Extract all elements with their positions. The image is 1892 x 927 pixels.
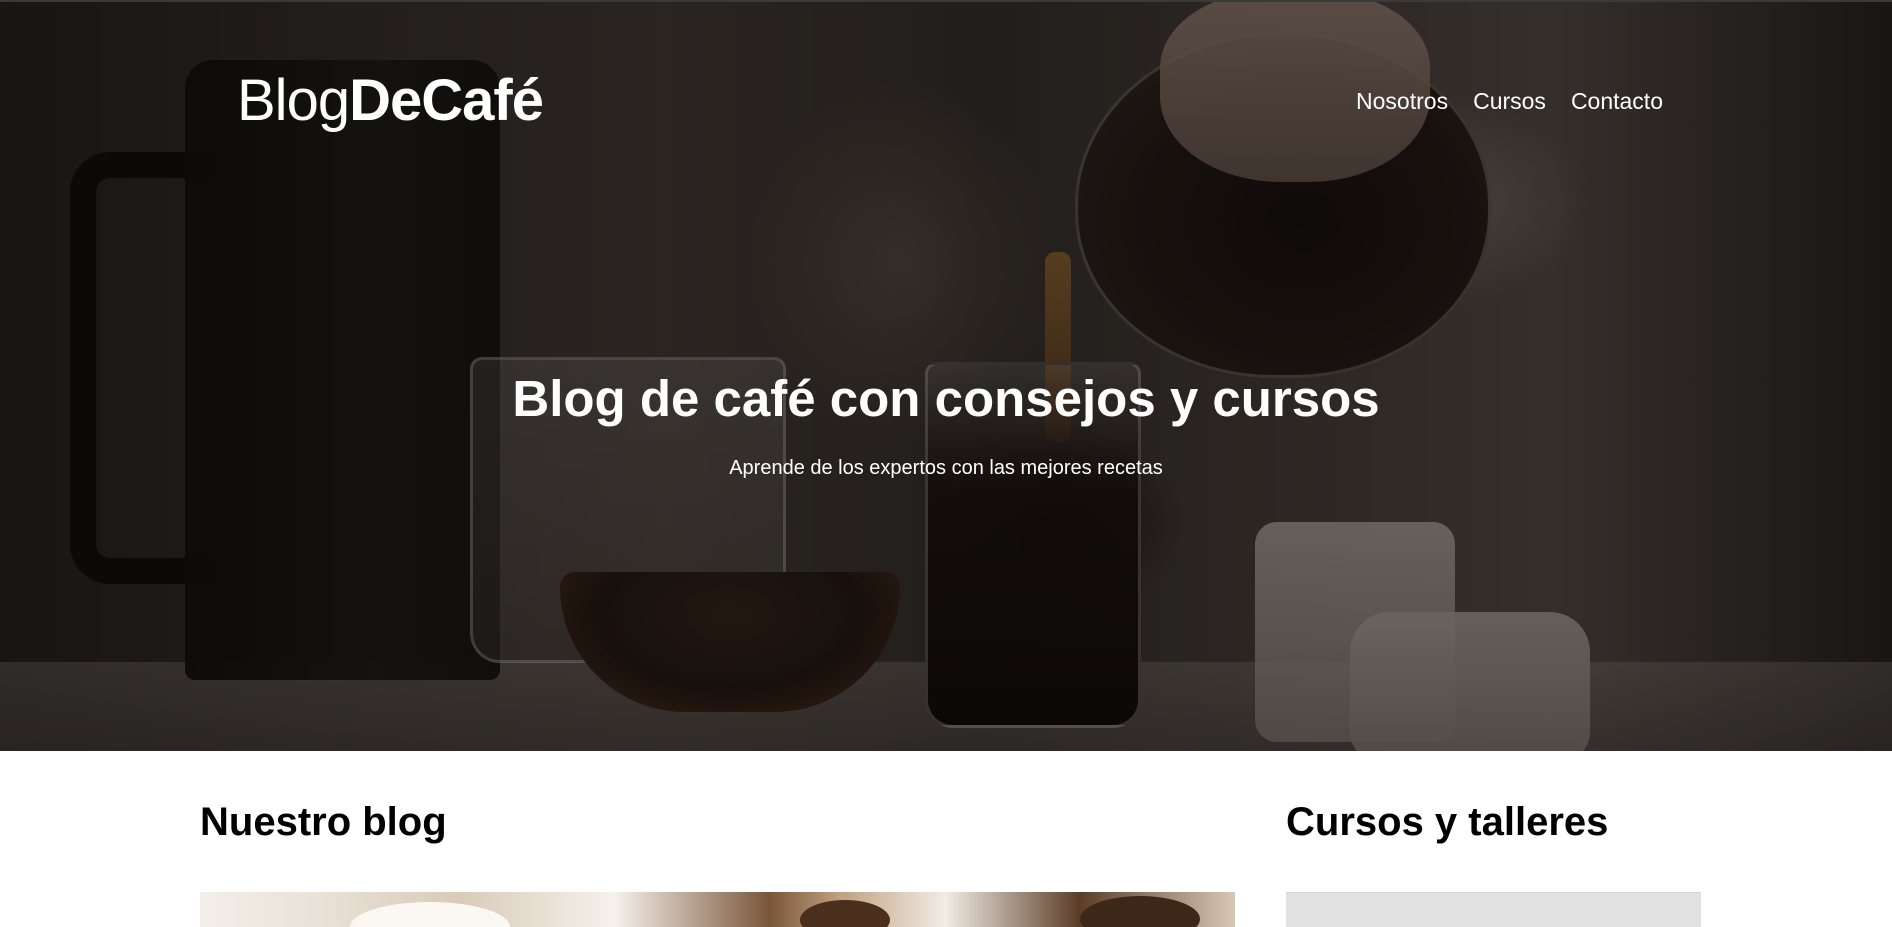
blog-image-detail xyxy=(350,902,510,927)
logo-text-light: Blog xyxy=(237,68,350,133)
hero-title: Blog de café con consejos y cursos xyxy=(512,370,1380,427)
hero-header: BlogDeCafé Nosotros Cursos Contacto Blog… xyxy=(0,0,1892,751)
nav-link-cursos[interactable]: Cursos xyxy=(1473,86,1546,116)
site-logo[interactable]: BlogDeCafé xyxy=(237,66,544,136)
blog-section-heading: Nuestro blog xyxy=(200,800,447,844)
hero-subtitle: Aprende de los expertos con las mejores … xyxy=(729,457,1163,479)
logo-text-bold: DeCafé xyxy=(349,68,544,133)
main-navigation: Nosotros Cursos Contacto xyxy=(1356,86,1663,116)
blog-post-image[interactable] xyxy=(200,892,1235,927)
courses-section-heading: Cursos y talleres xyxy=(1286,800,1609,844)
course-card-image-placeholder[interactable] xyxy=(1286,892,1701,927)
blog-image-detail xyxy=(1080,896,1200,927)
nav-link-nosotros[interactable]: Nosotros xyxy=(1356,86,1448,116)
blog-image-detail xyxy=(800,900,890,927)
nav-link-contacto[interactable]: Contacto xyxy=(1571,86,1663,116)
